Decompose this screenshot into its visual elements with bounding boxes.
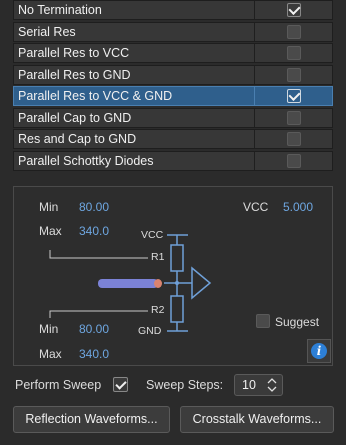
sweep-steps-label: Sweep Steps:: [146, 378, 224, 392]
r1-label: R1: [151, 251, 165, 263]
sweep-steps-value: 10: [242, 378, 256, 392]
perform-sweep-checkbox[interactable]: [113, 377, 128, 392]
r1-leader-line: [49, 250, 148, 259]
receiver-buffer: [191, 266, 212, 300]
r2-resistor: [170, 295, 184, 323]
spinner-arrows-icon[interactable]: [267, 377, 277, 393]
vcc-node-label: VCC: [141, 229, 164, 241]
r2-label: R2: [151, 304, 165, 316]
gnd-node-label: GND: [138, 325, 162, 337]
cable-end-connector: [154, 279, 162, 288]
suggest-label: Suggest: [275, 315, 320, 329]
perform-sweep-label: Perform Sweep: [15, 378, 102, 392]
info-button[interactable]: i: [307, 339, 331, 363]
sweep-steps-spinner[interactable]: 10: [234, 374, 283, 396]
r1-resistor: [170, 244, 184, 272]
crosstalk-waveforms-button[interactable]: Crosstalk Waveforms...: [180, 406, 334, 433]
junction-dot: [175, 281, 179, 285]
r2-leader-line: [49, 310, 148, 318]
transmission-line-cable: [98, 279, 158, 288]
info-icon: i: [311, 343, 327, 359]
suggest-checkbox[interactable]: [256, 314, 270, 328]
reflection-waveforms-button[interactable]: Reflection Waveforms...: [13, 406, 170, 433]
